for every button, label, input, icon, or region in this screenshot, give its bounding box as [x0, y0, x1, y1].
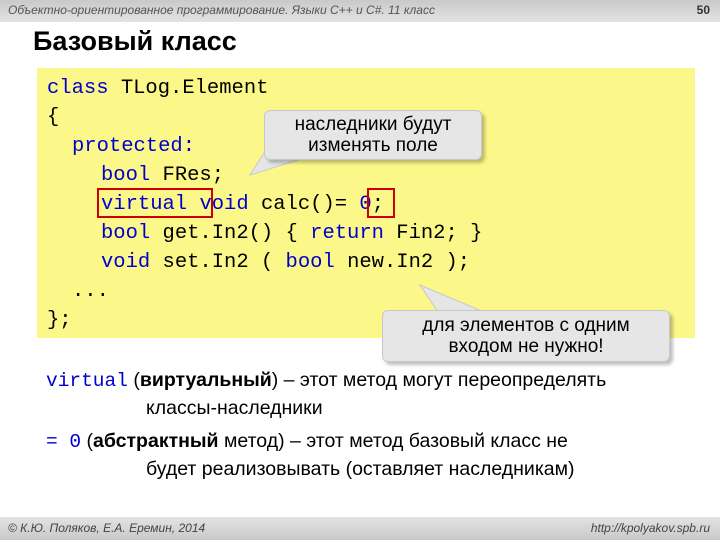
field-fres: FRes;: [150, 164, 225, 187]
code-line-setin2: void set.In2 ( bool new.In2 );: [101, 248, 470, 277]
footer-authors: © К.Ю. Поляков, Е.А. Еремин, 2014: [8, 521, 206, 535]
pure-highlight-frame: [367, 188, 395, 218]
footer-url: http://kpolyakov.spb.ru: [590, 521, 710, 535]
course-title: Объектно-ориентированное программировани…: [8, 3, 435, 17]
callout-single-input-line1: для элементов с одним: [422, 315, 630, 336]
header-bar: Объектно-ориентированное программировани…: [0, 0, 720, 22]
method-getin2: get.In2() {: [150, 222, 311, 245]
term-abstract: абстрактный: [93, 430, 219, 452]
callout-single-input-line2: входом не нужно!: [448, 336, 604, 357]
pure-specifier: =: [334, 193, 360, 216]
keyword-bool: bool: [285, 251, 335, 274]
keyword-protected: protected:: [72, 135, 196, 158]
term-abstract-code: = 0: [46, 431, 82, 453]
explanation-abstract: = 0 (абстрактный метод) – этот метод баз…: [46, 427, 568, 456]
explanation-virtual-line2: классы-наследники: [146, 397, 323, 419]
explanation-abstract-line2: будет реализовывать (оставляет наследник…: [146, 458, 575, 480]
page-number: 50: [696, 3, 710, 17]
term-virtual-code: virtual: [46, 370, 128, 392]
keyword-void: void: [101, 251, 151, 274]
slide-title: Базовый класс: [33, 26, 237, 56]
code-block: class TLog.Element { protected: bool FRe…: [37, 68, 695, 338]
param-newin2: new.In2 );: [334, 251, 471, 274]
keyword-bool: bool: [101, 164, 151, 187]
abstract-description: метод) – этот метод базовый класс не: [218, 430, 568, 452]
footer-bar: © К.Ю. Поляков, Е.А. Еремин, 2014 http:/…: [0, 517, 720, 540]
callout-protected-line1: наследники будут: [294, 114, 452, 135]
callout-protected-note: наследники будут изменять поле: [264, 110, 482, 160]
code-line-fres: bool FRes;: [101, 161, 224, 190]
code-line-open-brace: {: [47, 106, 60, 129]
keyword-bool: bool: [101, 222, 151, 245]
keyword-class: class: [47, 77, 109, 100]
callout-single-input-note: для элементов с одним входом не нужно!: [382, 310, 670, 362]
code-line-getin2: bool get.In2() { return Fin2; }: [101, 219, 482, 248]
code-line-close: };: [47, 309, 72, 332]
code-line-ellipsis: ...: [72, 280, 109, 303]
method-setin2: set.In2 (: [150, 251, 286, 274]
paren-open: (: [81, 430, 94, 452]
explanation-virtual: virtual (виртуальный) – этот метод могут…: [46, 366, 606, 395]
term-virtual: виртуальный: [139, 369, 272, 391]
code-line-protected: protected:: [72, 132, 195, 161]
code-line-class: class TLog.Element: [47, 74, 268, 103]
method-calc: calc(): [248, 193, 335, 216]
virtual-description: ) – этот метод могут переопределять: [271, 369, 607, 391]
callout-protected-line2: изменять поле: [308, 135, 438, 156]
keyword-return: return: [310, 222, 384, 245]
paren-open: (: [127, 369, 140, 391]
virtual-highlight-frame: [97, 188, 213, 218]
return-expr: Fin2; }: [383, 222, 483, 245]
class-name: TLog.Element: [108, 77, 269, 100]
